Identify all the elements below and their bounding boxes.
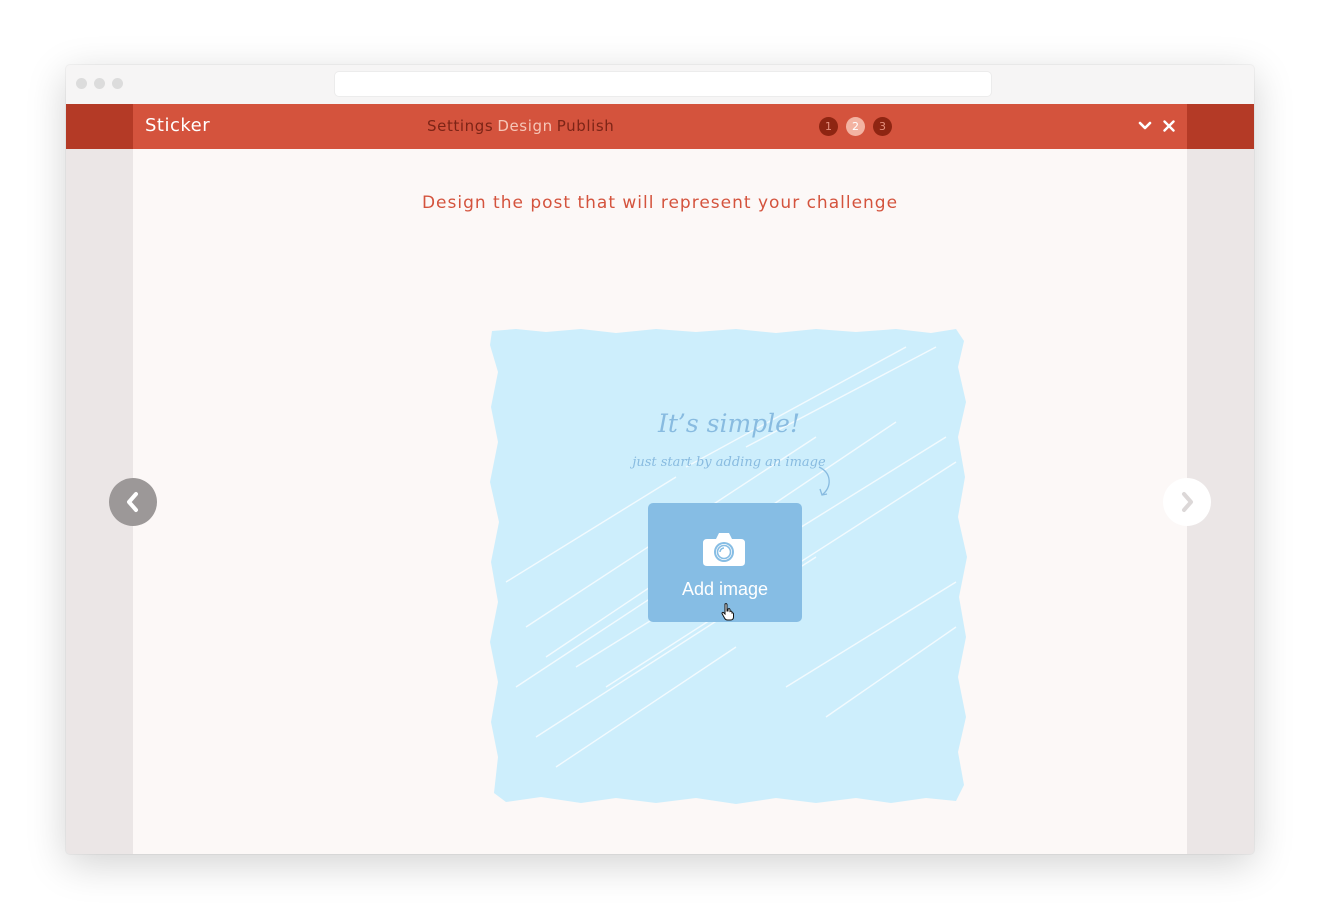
step-badge-2[interactable]: 2 bbox=[846, 117, 865, 136]
tab-publish[interactable]: Publish bbox=[557, 117, 615, 135]
app-name: Sticker bbox=[145, 115, 211, 136]
post-canvas: It’s simple! just start by adding an ima… bbox=[486, 327, 972, 813]
next-button[interactable] bbox=[1163, 478, 1211, 526]
add-image-button[interactable]: Add image bbox=[648, 503, 802, 622]
address-bar[interactable] bbox=[335, 72, 991, 96]
window-zoom-dot[interactable] bbox=[112, 78, 123, 89]
chevron-down-icon[interactable] bbox=[1137, 118, 1153, 134]
browser-window: Sticker Settings Design Publish 1 2 3 Desi… bbox=[66, 65, 1254, 854]
tab-design[interactable]: Design bbox=[497, 117, 552, 135]
chevron-right-icon bbox=[1182, 492, 1193, 512]
design-panel: Design the post that will represent your… bbox=[133, 149, 1187, 854]
chevron-left-icon bbox=[127, 492, 138, 512]
canvas-subtitle: just start by adding an image bbox=[632, 455, 826, 470]
page-headline: Design the post that will represent your… bbox=[421, 193, 899, 213]
app-header: Sticker Settings Design Publish 1 2 3 bbox=[133, 104, 1187, 149]
close-icon[interactable] bbox=[1161, 118, 1177, 134]
window-close-dot[interactable] bbox=[76, 78, 87, 89]
curved-arrow-icon bbox=[818, 466, 830, 496]
hand-cursor-icon bbox=[721, 603, 734, 621]
browser-titlebar bbox=[66, 65, 1254, 104]
tab-settings[interactable]: Settings bbox=[427, 117, 493, 135]
add-image-label: Add image bbox=[681, 579, 769, 599]
window-minimize-dot[interactable] bbox=[94, 78, 105, 89]
step-badge-1[interactable]: 1 bbox=[819, 117, 838, 136]
previous-button[interactable] bbox=[109, 478, 157, 526]
canvas-title: It’s simple! bbox=[657, 409, 801, 438]
step-badge-3[interactable]: 3 bbox=[873, 117, 892, 136]
steps-nav: Settings Design Publish bbox=[427, 117, 618, 135]
camera-icon bbox=[703, 533, 745, 566]
